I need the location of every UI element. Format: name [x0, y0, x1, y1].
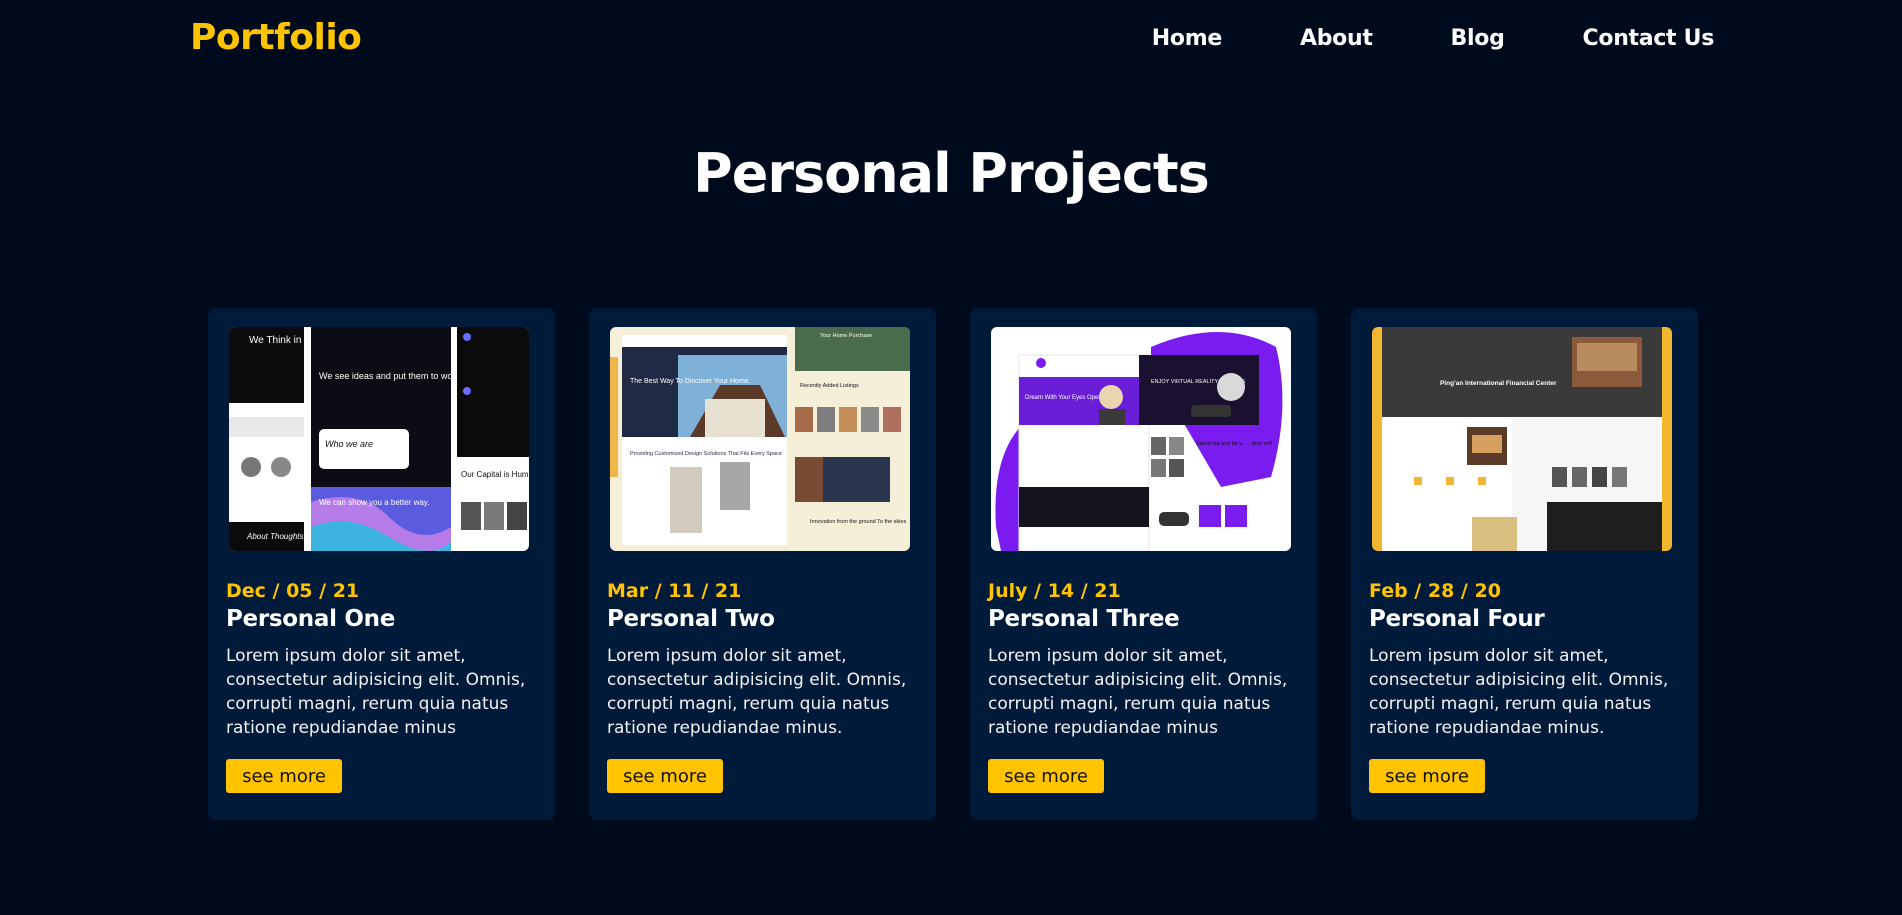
main-menu: Home About Blog Contact Us	[1152, 26, 1715, 51]
project-card: We Think in Bold We see ideas and put th…	[208, 308, 555, 820]
thumb-text: The Best Way To Discover Your Home.	[630, 378, 751, 385]
project-date: Feb / 28 / 20	[1369, 580, 1501, 602]
nav-link-about[interactable]: About	[1300, 26, 1373, 51]
thumb-text: Recently Added Listings	[800, 383, 859, 389]
nav-link-home[interactable]: Home	[1152, 26, 1222, 51]
project-description: Lorem ipsum dolor sit amet, consectetur …	[988, 646, 1288, 738]
project-date: Mar / 11 / 21	[607, 580, 742, 602]
thumb-text: About Thoughts	[246, 532, 303, 541]
top-nav: Portfolio Home About Blog Contact Us	[0, 0, 1902, 82]
thumb-text: Innovation from the ground To the skies	[810, 519, 906, 525]
thumb-text: Dream With Your Eyes Open	[1025, 395, 1102, 401]
project-card: The Best Way To Discover Your Home. Prov…	[589, 308, 936, 820]
project-title: Personal Three	[988, 606, 1180, 632]
project-description: Lorem ipsum dolor sit amet, consectetur …	[226, 646, 526, 738]
project-description: Lorem ipsum dolor sit amet, consectetur …	[1369, 646, 1669, 738]
see-more-button[interactable]: see more	[607, 759, 723, 793]
thumb-text: We can show you a better way.	[319, 498, 429, 507]
see-more-button[interactable]: see more	[226, 759, 342, 793]
thumb-text: Who we are	[325, 439, 373, 449]
see-more-button[interactable]: see more	[1369, 759, 1485, 793]
project-thumbnail[interactable]: Dream With Your Eyes Open ENJOY VIRTUAL …	[991, 327, 1291, 551]
thumb-text: Your Home Purchase	[820, 333, 872, 339]
project-date: July / 14 / 21	[988, 580, 1121, 602]
thumb-text: We see ideas and put them to work	[319, 371, 460, 381]
project-card: Ping'an International Financial Center F…	[1351, 308, 1698, 820]
project-title: Personal Four	[1369, 606, 1545, 632]
project-description: Lorem ipsum dolor sit amet, consectetur …	[607, 646, 907, 738]
project-title: Personal Two	[607, 606, 775, 632]
logo[interactable]: Portfolio	[190, 17, 362, 58]
project-thumbnail[interactable]: The Best Way To Discover Your Home. Prov…	[610, 327, 910, 551]
thumb-text: Ping'an International Financial Center	[1440, 380, 1557, 387]
section-title: Personal Projects	[693, 142, 1210, 205]
nav-link-contact[interactable]: Contact Us	[1583, 26, 1715, 51]
project-date: Dec / 05 / 21	[226, 580, 360, 602]
thumb-text: Providing Customized Design Solutions Th…	[630, 451, 782, 457]
project-thumbnail[interactable]: We Think in Bold We see ideas and put th…	[229, 327, 529, 551]
thumb-text: Stand out and be your best self	[1196, 441, 1273, 447]
project-cards: We Think in Bold We see ideas and put th…	[208, 308, 1698, 820]
project-thumbnail[interactable]: Ping'an International Financial Center	[1372, 327, 1672, 551]
thumb-text: Our Capital is Human	[461, 470, 529, 479]
project-title: Personal One	[226, 606, 396, 632]
see-more-button[interactable]: see more	[988, 759, 1104, 793]
nav-link-blog[interactable]: Blog	[1451, 26, 1505, 51]
project-card: Dream With Your Eyes Open ENJOY VIRTUAL …	[970, 308, 1317, 820]
